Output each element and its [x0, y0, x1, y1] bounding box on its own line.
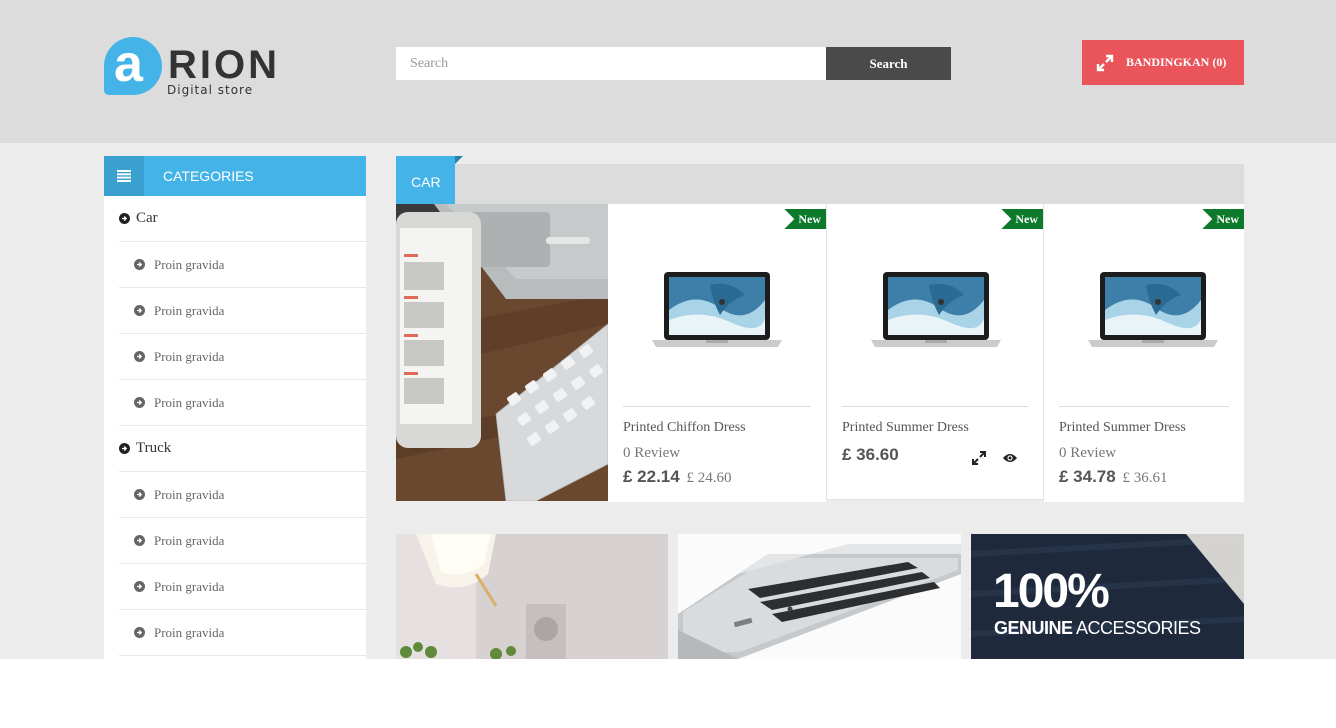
current-price: £ 22.14	[623, 467, 680, 486]
product-card[interactable]: New Printed Chiffon Dress 0 Review £ 22.14 …	[608, 204, 826, 502]
new-badge: New	[1001, 209, 1043, 229]
site-header: a RION Digital store Search Search BANDI…	[0, 0, 1336, 143]
logo-name: RION	[168, 43, 280, 87]
category-label: Truck	[136, 440, 172, 456]
arrow-circle-icon	[134, 581, 145, 592]
product-price: £ 22.14 £ 24.60	[623, 467, 731, 487]
product-image[interactable]	[650, 270, 784, 354]
categories-header[interactable]: CATEGORIES	[104, 156, 366, 196]
category-label: Proin gravida	[154, 578, 225, 594]
arrow-circle-icon	[134, 489, 145, 500]
laptop-photo-illustration	[678, 534, 961, 659]
laptop-banner[interactable]	[678, 534, 961, 659]
compare-icon[interactable]	[972, 451, 986, 470]
product-name[interactable]: Printed Summer Dress	[1059, 420, 1186, 436]
category-label: Car	[136, 210, 158, 226]
logo-letter: a	[114, 35, 143, 93]
subcategory-item[interactable]: Proin gravida	[119, 472, 366, 518]
product-card[interactable]: New Printed Summer Dress 0 Review £ 34.78 £…	[1044, 204, 1244, 502]
category-banner-image[interactable]	[396, 204, 608, 501]
product-price: £ 36.60	[842, 445, 899, 465]
product-review[interactable]: 0 Review	[1059, 445, 1116, 462]
product-divider	[842, 406, 1028, 407]
product-name[interactable]: Printed Summer Dress	[842, 420, 969, 436]
subcategory-item[interactable]: Proin gravida	[119, 380, 366, 426]
accessories-headline: 100%	[993, 565, 1110, 618]
old-price: £ 36.61	[1122, 470, 1168, 486]
subcategory-item[interactable]: Proin gravida	[119, 334, 366, 380]
category-list: Car Proin gravida Proin gravida Proin gravi…	[104, 196, 366, 656]
arrow-circle-icon	[134, 535, 145, 546]
categories-sidebar: CATEGORIES Car Proin gravida Proin gravida…	[104, 156, 366, 659]
lamp-banner[interactable]	[396, 534, 668, 659]
arrow-circle-icon	[119, 443, 130, 454]
product-price: £ 34.78 £ 36.61	[1059, 467, 1167, 487]
arrow-circle-icon	[119, 213, 130, 224]
search-input[interactable]: Search	[396, 47, 826, 80]
arrow-circle-icon	[134, 305, 145, 316]
subcategory-item[interactable]: Proin gravida	[119, 242, 366, 288]
logo-tagline: Digital store	[167, 83, 254, 97]
product-name[interactable]: Printed Chiffon Dress	[623, 420, 746, 436]
category-item[interactable]: Car	[119, 196, 366, 242]
lamp-photo-illustration	[396, 534, 668, 659]
categories-title: CATEGORIES	[163, 168, 254, 184]
current-price: £ 36.60	[842, 445, 899, 464]
section-tab-corner	[455, 156, 463, 164]
compare-button[interactable]: BANDINGKAN (0)	[1082, 40, 1244, 85]
product-review[interactable]: 0 Review	[623, 445, 680, 462]
category-item[interactable]: Truck	[119, 426, 366, 472]
category-label: Proin gravida	[154, 302, 225, 318]
subcategory-item[interactable]: Proin gravida	[119, 610, 366, 656]
arrow-circle-icon	[134, 627, 145, 638]
product-actions	[972, 451, 1018, 470]
product-divider	[623, 406, 811, 407]
section-title[interactable]: CAR	[396, 156, 455, 204]
accessories-banner[interactable]: 100% GENUINE ACCESSORIES	[971, 534, 1244, 659]
category-label: Proin gravida	[154, 486, 225, 502]
category-label: Proin gravida	[154, 624, 225, 640]
arrow-circle-icon	[134, 397, 145, 408]
category-label: Proin gravida	[154, 394, 225, 410]
site-logo[interactable]: a RION Digital store	[104, 35, 284, 97]
subcategory-item[interactable]: Proin gravida	[119, 518, 366, 564]
product-divider	[1059, 406, 1229, 407]
section-header-bar	[396, 164, 1244, 204]
product-image[interactable]	[869, 270, 1003, 354]
search-button[interactable]: Search	[826, 47, 951, 80]
compare-label: BANDINGKAN (0)	[1126, 55, 1227, 69]
category-label: Proin gravida	[154, 532, 225, 548]
category-label: Proin gravida	[154, 256, 225, 272]
arrow-circle-icon	[134, 351, 145, 362]
current-price: £ 34.78	[1059, 467, 1116, 486]
arrow-circle-icon	[134, 259, 145, 270]
subcategory-item[interactable]: Proin gravida	[119, 564, 366, 610]
quick-view-icon[interactable]	[1002, 451, 1018, 470]
subcategory-item[interactable]: Proin gravida	[119, 288, 366, 334]
old-price: £ 24.60	[686, 470, 732, 486]
product-card[interactable]: New Printed Summer Dress £ 36.60	[826, 204, 1044, 500]
product-image[interactable]	[1086, 270, 1220, 354]
category-label: Proin gravida	[154, 348, 225, 364]
new-badge: New	[784, 209, 826, 229]
expand-icon	[1096, 54, 1114, 71]
accessories-caption: GENUINE ACCESSORIES	[994, 618, 1201, 638]
menu-icon	[104, 156, 144, 196]
new-badge: New	[1202, 209, 1244, 229]
desk-photo-illustration	[396, 204, 608, 501]
